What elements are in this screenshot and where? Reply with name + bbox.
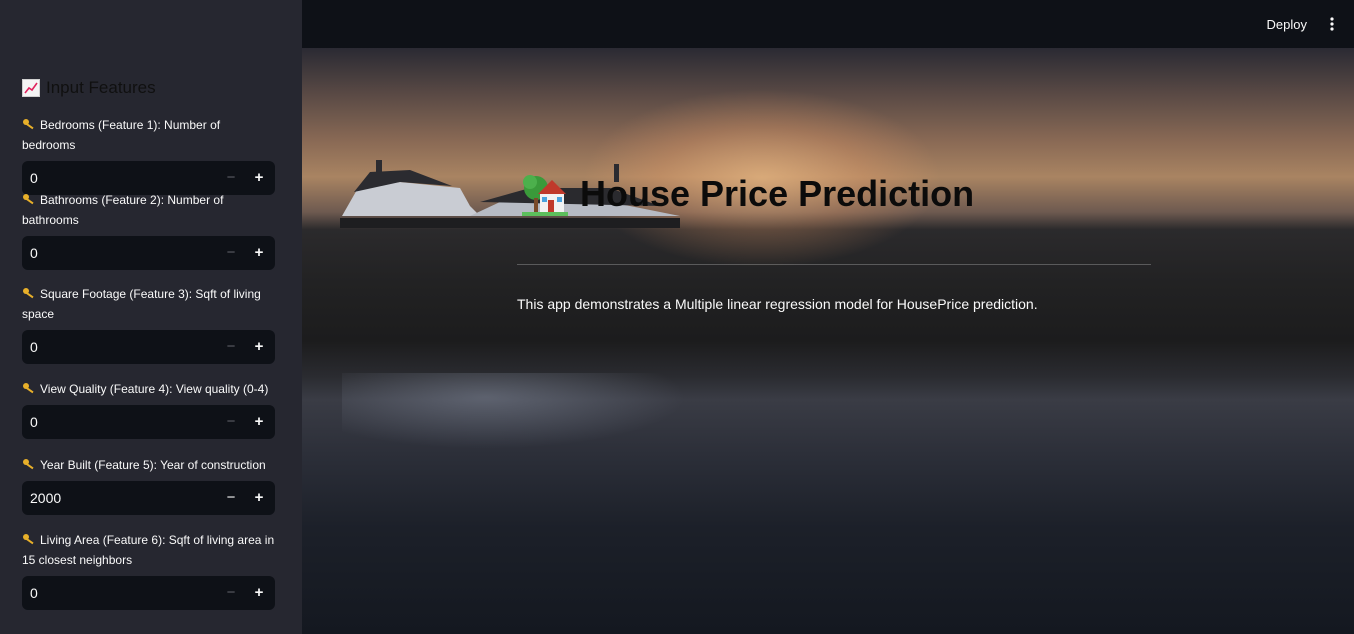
bathrooms-stepper[interactable]: 0 − + xyxy=(22,236,275,270)
view-quality-input[interactable]: 0 xyxy=(30,405,38,439)
field-label: Bedrooms (Feature 1): Number of bedrooms xyxy=(22,118,221,152)
square-footage-input[interactable]: 0 xyxy=(30,330,38,364)
sidebar: Input Features Bedrooms (Feature 1): Num… xyxy=(0,0,302,634)
sidebar-title: Input Features xyxy=(46,78,156,97)
bathrooms-input[interactable]: 0 xyxy=(30,236,38,270)
field-bedrooms: Bedrooms (Feature 1): Number of bedrooms… xyxy=(22,115,275,195)
key-icon xyxy=(23,288,34,299)
decrement-button[interactable]: − xyxy=(217,405,245,439)
field-year-built: Year Built (Feature 5): Year of construc… xyxy=(22,455,275,515)
main-content: House Price Prediction This app demonstr… xyxy=(302,48,1354,634)
field-label: Bathrooms (Feature 2): Number of bathroo… xyxy=(22,193,224,227)
year-built-input[interactable]: 2000 xyxy=(30,481,61,515)
field-living-area: Living Area (Feature 6): Sqft of living … xyxy=(22,530,275,610)
house-with-garden-icon xyxy=(522,175,568,216)
background-water-reflection xyxy=(342,373,702,453)
field-label: Square Footage (Feature 3): Sqft of livi… xyxy=(22,287,261,321)
decrement-button[interactable]: − xyxy=(217,330,245,364)
deploy-button[interactable]: Deploy xyxy=(1267,17,1307,32)
view-quality-stepper[interactable]: 0 − + xyxy=(22,405,275,439)
field-label: Year Built (Feature 5): Year of construc… xyxy=(40,458,266,472)
divider xyxy=(517,264,1151,265)
chart-increasing-icon xyxy=(22,79,40,97)
field-view-quality: View Quality (Feature 4): View quality (… xyxy=(22,379,275,439)
field-square-footage: Square Footage (Feature 3): Sqft of livi… xyxy=(22,284,275,364)
increment-button[interactable]: + xyxy=(245,405,273,439)
living-area-stepper[interactable]: 0 − + xyxy=(22,576,275,610)
page-title-text: House Price Prediction xyxy=(580,173,975,214)
key-icon xyxy=(23,383,34,394)
key-icon xyxy=(23,194,34,205)
square-footage-stepper[interactable]: 0 − + xyxy=(22,330,275,364)
increment-button[interactable]: + xyxy=(245,236,273,270)
page-title: House Price Prediction xyxy=(522,172,974,216)
vertical-ellipsis-icon[interactable] xyxy=(1328,16,1336,32)
decrement-button[interactable]: − xyxy=(217,576,245,610)
key-icon xyxy=(23,459,34,470)
field-label: Living Area (Feature 6): Sqft of living … xyxy=(22,533,275,567)
field-bathrooms: Bathrooms (Feature 2): Number of bathroo… xyxy=(22,190,275,270)
year-built-stepper[interactable]: 2000 − + xyxy=(22,481,275,515)
increment-button[interactable]: + xyxy=(245,576,273,610)
app-description: This app demonstrates a Multiple linear … xyxy=(517,296,1038,312)
key-icon xyxy=(23,119,34,130)
app: Input Features Bedrooms (Feature 1): Num… xyxy=(0,0,1354,634)
living-area-input[interactable]: 0 xyxy=(30,576,38,610)
key-icon xyxy=(23,534,34,545)
increment-button[interactable]: + xyxy=(245,481,273,515)
increment-button[interactable]: + xyxy=(245,330,273,364)
sidebar-header: Input Features xyxy=(22,78,156,98)
field-label: View Quality (Feature 4): View quality (… xyxy=(40,382,269,396)
decrement-button[interactable]: − xyxy=(217,481,245,515)
top-bar: Deploy xyxy=(302,0,1354,48)
decrement-button[interactable]: − xyxy=(217,236,245,270)
